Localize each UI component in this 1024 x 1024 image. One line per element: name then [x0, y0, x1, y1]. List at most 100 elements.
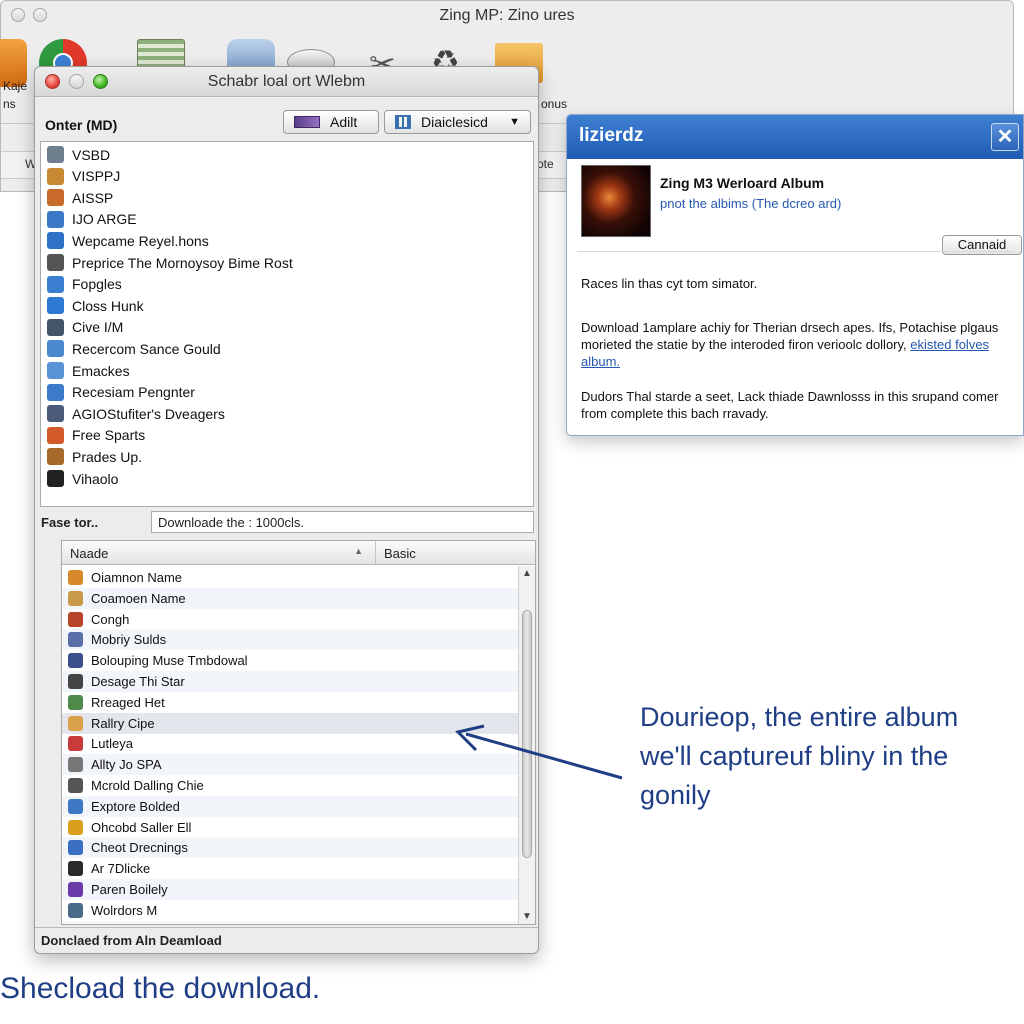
folder-icon: [47, 189, 64, 207]
table-row[interactable]: Ar 7Dlicke: [62, 858, 520, 879]
app-icon: [68, 902, 83, 918]
close-icon[interactable]: ✕: [991, 123, 1019, 151]
status-label: Fase tor..: [41, 515, 99, 530]
app-icon: [68, 715, 83, 731]
table-row-name: Lutleya: [91, 736, 133, 752]
chevron-down-icon: ▼: [509, 116, 520, 128]
source-list-item[interactable]: AGIOStufiter's Dveagers: [47, 403, 225, 424]
annotation-arrow-icon: [455, 724, 623, 780]
document-icon: [47, 254, 64, 271]
source-list-item-label: Recesiam Pengnter: [72, 384, 195, 401]
toolbar-label-bottom: ns: [3, 97, 16, 111]
source-list-item[interactable]: Closs Hunk: [47, 295, 144, 316]
window-icon: [47, 275, 64, 293]
tools-icon: [68, 632, 83, 648]
table-row[interactable]: Ohcobd Saller Ell: [62, 817, 520, 838]
scroll-up-arrow-icon[interactable]: ▲: [522, 568, 532, 579]
disc-icon: [68, 653, 83, 669]
table-row-name: Oiamnon Name: [91, 570, 183, 585]
grid-icon: [395, 115, 411, 129]
source-list-item[interactable]: Preprice The Mornoysoy Bime Rost: [47, 252, 293, 273]
source-list-item-label: Prades Up.: [72, 448, 143, 465]
import-dialog: Schabr loal ort Wlebm Onter (MD) Adilt D…: [34, 66, 539, 954]
source-list-item[interactable]: Cive I/M: [47, 317, 123, 338]
table-row[interactable]: Wolrdors M: [62, 900, 520, 921]
table-row[interactable]: Congh: [62, 609, 520, 630]
source-list-item-label: Wepcame Reyel.hons: [72, 232, 209, 249]
disc-icon: [68, 861, 83, 877]
grid-icon: [47, 340, 64, 358]
source-list: VSBD VISPPJ AISSP IJO ARGE Wepcame Reyel.hon…: [40, 141, 534, 507]
dialog-titlebar: Schabr loal ort Wlebm: [35, 67, 538, 97]
table-row-name: Ar 7Dlicke: [91, 861, 151, 877]
table-row[interactable]: Fozz: [62, 920, 520, 924]
source-list-item-label: Closs Hunk: [72, 297, 144, 314]
table-row[interactable]: Paren Boilely: [62, 879, 520, 900]
source-list-item-label: Free Sparts: [72, 427, 146, 444]
app-icon: [47, 210, 64, 228]
source-list-item[interactable]: VSBD: [47, 144, 110, 165]
source-list-item[interactable]: AISSP: [47, 187, 113, 208]
status-field[interactable]: Downloade the : 1000cls.: [151, 511, 534, 533]
disk-icon: [68, 778, 83, 793]
disc-icon: [68, 923, 83, 924]
scroll-down-arrow-icon[interactable]: ▼: [522, 911, 532, 922]
table-row-name: Wolrdors M: [91, 902, 158, 918]
source-list-item[interactable]: Free Sparts: [47, 425, 145, 446]
view-dropdown-label: Diaiclesicd: [421, 114, 488, 130]
table-row-name: Paren Boilely: [91, 882, 168, 897]
source-list-item-label: Cive I/M: [72, 319, 124, 336]
add-button[interactable]: Adilt: [283, 110, 379, 134]
source-list-item[interactable]: VISPPJ: [47, 166, 120, 187]
table-row[interactable]: Mobriy Sulds: [62, 629, 520, 651]
table-row[interactable]: Cheot Drecnings: [62, 837, 520, 859]
info-icon: [47, 232, 64, 250]
tab-right[interactable]: ote: [537, 157, 554, 171]
music-icon: [68, 570, 83, 585]
table-row[interactable]: Oiamnon Name: [62, 567, 520, 588]
table-row-name: Mobriy Sulds: [91, 632, 167, 648]
source-list-item[interactable]: Fopgles: [47, 274, 122, 295]
media-icon: [294, 116, 320, 128]
window-icon: [68, 798, 83, 814]
source-list-item-label: Recercom Sance Gould: [72, 340, 221, 357]
annotation-text: Dourieop, the entire album we'll capture…: [640, 702, 959, 810]
table-row[interactable]: Bolouping Muse Tmbdowal: [62, 650, 520, 671]
popup-divider: [577, 251, 1013, 252]
caption-text: Shecload the download.: [0, 972, 321, 1005]
cancel-button[interactable]: Cannaid: [942, 235, 1022, 255]
source-list-item[interactable]: Prades Up.: [47, 446, 142, 467]
source-list-item-label: Vihaolo: [72, 470, 119, 487]
table-row[interactable]: Rreaged Het: [62, 692, 520, 713]
source-list-item-label: AISSP: [72, 189, 114, 206]
view-dropdown[interactable]: Diaiclesicd ▼: [384, 110, 531, 134]
app-icon: [68, 694, 83, 710]
table-row-name: Bolouping Muse Tmbdowal: [91, 653, 248, 669]
grid-icon: [47, 448, 64, 466]
column-header-name[interactable]: Naade ▲: [62, 541, 376, 565]
tools-icon: [47, 405, 64, 423]
source-list-item-label: Preprice The Mornoysoy Bime Rost: [72, 254, 293, 271]
window-icon: [47, 297, 64, 315]
disc-icon: [68, 882, 83, 897]
table-row[interactable]: Desage Thi Star: [62, 671, 520, 692]
dialog-footer-status: Donclaed from Aln Deamload: [35, 927, 538, 953]
toolbar-label-top: Kaje: [3, 79, 28, 93]
table-row-name: Coamoen Name: [91, 590, 186, 606]
window-title: Zing MP: Zino ures: [439, 7, 575, 24]
column-header-basic[interactable]: Basic: [376, 541, 535, 565]
table-row-name: Cheot Drecnings: [91, 840, 188, 856]
source-list-item[interactable]: Emackes: [47, 360, 130, 381]
source-list-item[interactable]: IJO ARGE: [47, 209, 137, 230]
table-row-name: Desage Thi Star: [91, 674, 185, 689]
source-list-item[interactable]: Wepcame Reyel.hons: [47, 230, 209, 251]
album-subtitle[interactable]: pnot the albims (The dcreo ard): [660, 196, 841, 211]
table-row[interactable]: Coamoen Name: [62, 587, 520, 609]
source-list-item[interactable]: Recercom Sance Gould: [47, 338, 221, 359]
source-list-item-label: VSBD: [72, 146, 111, 163]
source-list-item-label: VISPPJ: [72, 168, 121, 185]
source-list-item[interactable]: Vihaolo: [47, 468, 118, 489]
table-row-name: Ohcobd Saller Ell: [91, 819, 192, 835]
table-row[interactable]: Exptore Bolded: [62, 795, 520, 817]
source-list-item[interactable]: Recesiam Pengnter: [47, 382, 195, 403]
